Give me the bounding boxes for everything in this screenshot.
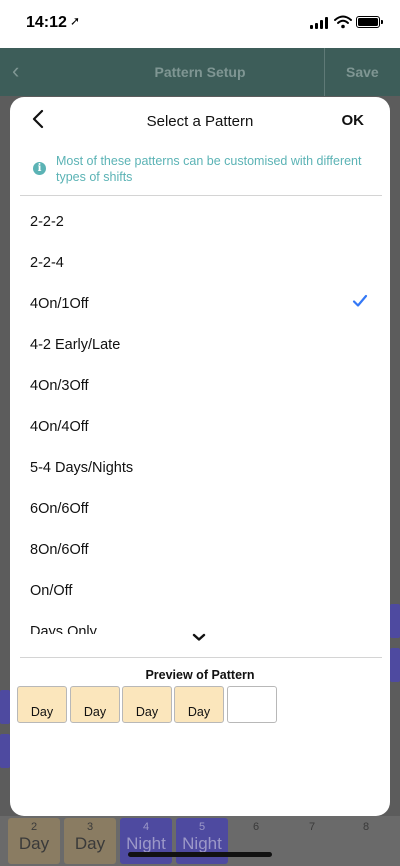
- ok-button[interactable]: OK: [342, 112, 365, 129]
- modal-title: Select a Pattern: [146, 113, 254, 130]
- battery-icon: [356, 16, 383, 28]
- pattern-label: Days Only: [30, 624, 97, 634]
- preview-cell-label: Day: [135, 705, 159, 719]
- side-night-block: [390, 604, 400, 638]
- calendar-cell[interactable]: 7: [286, 818, 338, 864]
- calendar-cell[interactable]: 5 Night: [176, 818, 228, 864]
- app-header: ‹ Pattern Setup Save: [0, 48, 400, 96]
- modal-header: Select a Pattern OK: [10, 97, 390, 143]
- pattern-label: 8On/6Off: [30, 542, 89, 558]
- pattern-item-2-2-4[interactable]: 2-2-4: [10, 243, 390, 283]
- calendar-cell-num: 2: [30, 821, 38, 833]
- pattern-item-8on-6off[interactable]: 8On/6Off: [10, 530, 390, 570]
- preview-cell-label: Day: [83, 705, 107, 719]
- side-night-block: [0, 734, 10, 768]
- pattern-item-4on-1off[interactable]: 4On/1Off: [10, 284, 390, 324]
- pattern-label: On/Off: [30, 583, 73, 599]
- calendar-cell-num: 4: [142, 821, 150, 833]
- preview-title: Preview of Pattern: [145, 668, 255, 682]
- preview-cell: Day: [70, 686, 120, 723]
- calendar-cell-label: Night: [182, 834, 222, 853]
- calendar-cell[interactable]: 6: [230, 818, 282, 864]
- home-indicator: [128, 852, 272, 857]
- status-bar: 14:12 ➚: [0, 0, 400, 48]
- calendar-cell-num: 8: [362, 821, 370, 833]
- calendar-cell-num: 5: [198, 821, 206, 833]
- calendar-cell-label: Day: [18, 834, 50, 853]
- pattern-label: 5-4 Days/Nights: [30, 460, 134, 476]
- preview-cell-empty: [227, 686, 277, 723]
- pattern-label: 2-2-4: [30, 255, 64, 271]
- pattern-label: 4On/4Off: [30, 419, 89, 435]
- calendar-cell-label: Night: [126, 834, 166, 853]
- calendar-cell[interactable]: 4 Night: [120, 818, 172, 864]
- cellular-signal-icon: [310, 17, 328, 29]
- app-title: Pattern Setup: [154, 64, 246, 80]
- location-arrow-icon: ➚: [70, 14, 81, 28]
- pattern-label: 4On/3Off: [30, 378, 89, 394]
- calendar-cell-num: 7: [308, 821, 316, 833]
- pattern-item-6on-6off[interactable]: 6On/6Off: [10, 489, 390, 529]
- preview-cell: Day: [17, 686, 67, 723]
- pattern-item-4-2-early-late[interactable]: 4-2 Early/Late: [10, 325, 390, 365]
- calendar-cell-num: 3: [86, 821, 94, 833]
- header-divider: [324, 48, 325, 96]
- preview-cell-label: Day: [187, 705, 211, 719]
- calendar-cell-label: Day: [74, 834, 106, 853]
- preview-cell: Day: [174, 686, 224, 723]
- save-button[interactable]: Save: [346, 64, 379, 80]
- calendar-cell[interactable]: 3 Day: [64, 818, 116, 864]
- pattern-label: 4On/1Off: [30, 296, 89, 312]
- pattern-item-2-2-2[interactable]: 2-2-2: [10, 202, 390, 242]
- checkmark-icon: [352, 294, 368, 307]
- pattern-label: 2-2-2: [30, 214, 64, 230]
- pattern-label: 4-2 Early/Late: [30, 337, 121, 353]
- select-pattern-modal: Select a Pattern OK i Most of these patt…: [10, 97, 390, 816]
- preview-cell: Day: [122, 686, 172, 723]
- calendar-strip: 2 Day 3 Day 4 Night 5 Night 6 7 8: [0, 816, 400, 866]
- chevron-down-icon[interactable]: [192, 631, 206, 643]
- pattern-item-5-4-days-nights[interactable]: 5-4 Days/Nights: [10, 448, 390, 488]
- divider: [20, 657, 382, 658]
- preview-cell-label: Day: [30, 705, 54, 719]
- info-icon: i: [33, 162, 46, 175]
- info-text: Most of these patterns can be customised…: [56, 154, 362, 184]
- pattern-item-4on-3off[interactable]: 4On/3Off: [10, 366, 390, 406]
- pattern-list[interactable]: 2-2-2 2-2-4 4On/1Off 4-2 Early/Late 4On/…: [10, 196, 390, 634]
- info-banner: i Most of these patterns can be customis…: [30, 151, 375, 187]
- calendar-cell[interactable]: 8: [340, 818, 392, 864]
- calendar-cell-num: 6: [252, 821, 260, 833]
- side-night-block: [390, 648, 400, 682]
- pattern-item-on-off[interactable]: On/Off: [10, 571, 390, 611]
- status-time: 14:12: [26, 14, 67, 31]
- side-night-block: [0, 690, 10, 724]
- calendar-cell[interactable]: 2 Day: [8, 818, 60, 864]
- pattern-label: 6On/6Off: [30, 501, 89, 517]
- wifi-icon: [334, 15, 352, 29]
- pattern-item-4on-4off[interactable]: 4On/4Off: [10, 407, 390, 447]
